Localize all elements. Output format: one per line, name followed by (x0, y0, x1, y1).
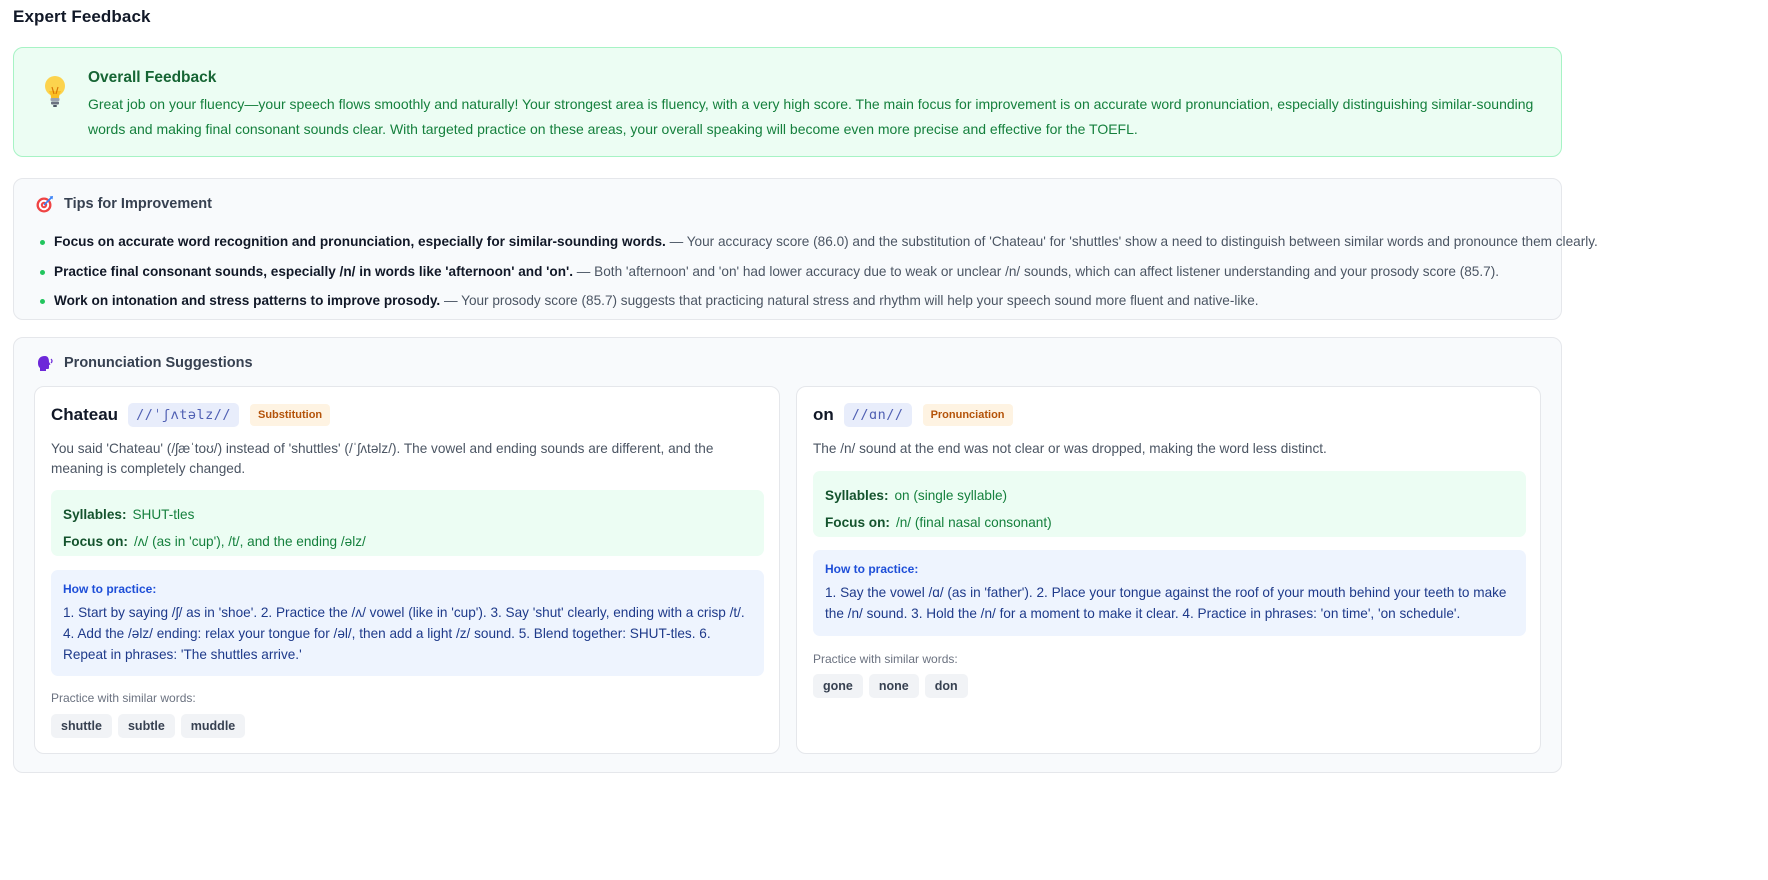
syllables-label: Syllables: (825, 488, 889, 503)
ipa-transcription: //ˈʃʌtəlz// (128, 403, 239, 427)
page-title: Expert Feedback (13, 7, 151, 26)
bullet-icon (40, 269, 45, 275)
overall-feedback-heading: Overall Feedback (88, 69, 217, 86)
card-word: on (813, 405, 834, 424)
card-description: The /n/ sound at the end was not clear o… (813, 441, 1327, 456)
card-word: Chateau (51, 405, 119, 424)
tip-item: Focus on accurate word recognition and p… (38, 227, 1598, 257)
error-type-badge: Substitution (249, 404, 331, 426)
syllables-value: on (single syllable) (894, 488, 1008, 503)
practice-box: How to practice: 1. Say the vowel /ɑ/ (a… (813, 550, 1526, 636)
similar-word-chip[interactable]: gone (813, 674, 863, 698)
tip-detail: — Your prosody score (85.7) suggests tha… (440, 293, 1259, 308)
similar-word-chip[interactable]: subtle (117, 714, 175, 738)
focus-value: /n/ (final nasal consonant) (895, 515, 1052, 530)
card-description: You said 'Chateau' (/ʃæˈtoʊ/) instead of… (51, 441, 714, 476)
focus-label: Focus on: (825, 515, 890, 530)
syllable-focus-box: Syllables: on (single syllable) Focus on:… (813, 471, 1526, 537)
similar-word-chip[interactable]: none (868, 674, 919, 698)
similar-word-chip[interactable]: shuttle (51, 714, 112, 738)
syllables-label: Syllables: (63, 507, 127, 522)
pronunciation-panel: Pronunciation Suggestions Chateau //ˈʃʌt… (13, 337, 1562, 773)
pronunciation-heading: Pronunciation Suggestions (64, 355, 253, 371)
tip-detail: — Both 'afternoon' and 'on' had lower ac… (573, 263, 1500, 279)
pronunciation-card: on //ɑn// Pronunciation The /n/ sound at… (796, 386, 1541, 754)
tip-bold: Work on intonation and stress patterns t… (54, 293, 441, 308)
tip-item: Practice final consonant sounds, especia… (38, 257, 1598, 287)
ipa-transcription: //ɑn// (843, 403, 912, 427)
lightbulb-icon (45, 76, 65, 107)
similar-word-chip[interactable]: muddle (180, 714, 246, 738)
similar-word-chip[interactable]: don (924, 674, 968, 698)
overall-feedback-text: Great job on your fluency—your speech fl… (88, 96, 1534, 137)
similar-words-list: shuttle subtle muddle (51, 714, 251, 738)
syllables-value: SHUT-tles (132, 507, 195, 522)
practice-label: How to practice: (825, 562, 919, 576)
tips-panel: Tips for Improvement Focus on accurate w… (13, 178, 1598, 320)
similar-words-list: gone none don (813, 674, 974, 698)
practice-box: How to practice: 1. Start by saying /ʃ/ … (51, 570, 764, 676)
practice-text: 1. Say the vowel /ɑ/ (as in 'father'). 2… (825, 585, 1507, 621)
tip-item: Work on intonation and stress patterns t… (38, 286, 1598, 316)
tip-bold: Practice final consonant sounds, especia… (54, 263, 574, 279)
similar-words-label: Practice with similar words: (51, 691, 196, 705)
tip-detail: — Your accuracy score (86.0) and the sub… (665, 234, 1598, 249)
tips-heading: Tips for Improvement (64, 196, 212, 212)
overall-feedback-panel: Overall Feedback Great job on your fluen… (13, 47, 1562, 157)
target-icon (36, 196, 53, 213)
tips-list: Focus on accurate word recognition and p… (38, 227, 1598, 316)
practice-text: 1. Start by saying /ʃ/ as in 'shoe'. 2. … (63, 605, 745, 662)
focus-value: /ʌ/ (as in 'cup'), /t/, and the ending /… (133, 534, 366, 549)
tip-bold: Focus on accurate word recognition and p… (54, 234, 666, 249)
bullet-icon (40, 299, 45, 304)
practice-label: How to practice: (63, 582, 157, 596)
similar-words-label: Practice with similar words: (813, 652, 958, 666)
pronunciation-card: Chateau //ˈʃʌtəlz// Substitution You sai… (34, 386, 780, 754)
focus-label: Focus on: (63, 534, 128, 549)
bullet-icon (40, 240, 45, 245)
error-type-badge: Pronunciation (922, 404, 1013, 426)
speaking-head-icon (38, 356, 53, 371)
syllable-focus-box: Syllables: SHUT-tles Focus on: /ʌ/ (as in … (51, 490, 764, 556)
